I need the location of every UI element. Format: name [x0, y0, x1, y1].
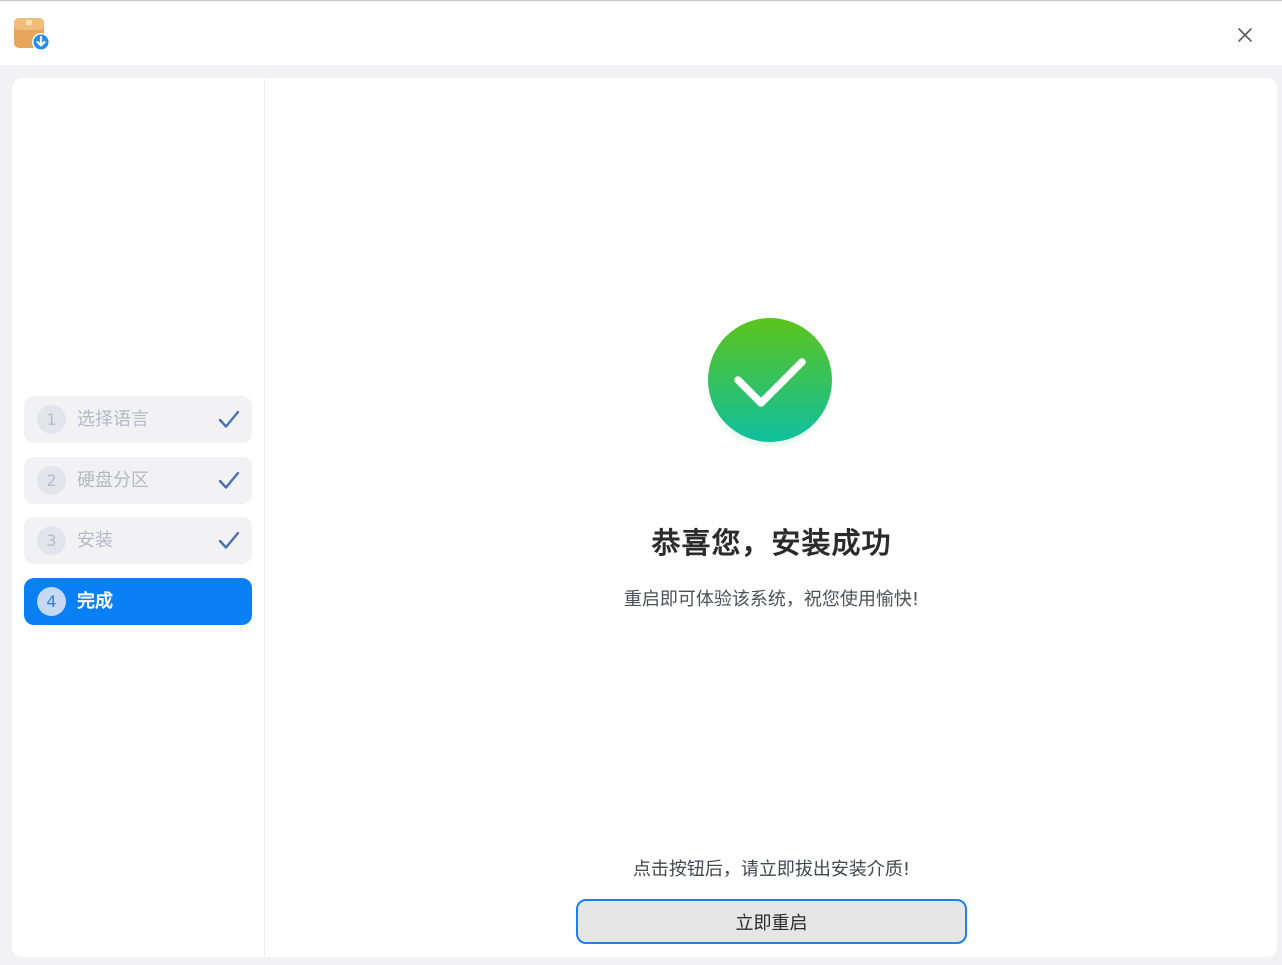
- step-number: 2: [37, 466, 66, 495]
- step-number: 4: [37, 587, 66, 616]
- main-area: 恭喜您，安装成功 重启即可体验该系统，祝您使用愉快! 点击按钮后，请立即拔出安装…: [266, 78, 1277, 957]
- installer-package-download-icon: [14, 18, 50, 51]
- step-select-language: 1 选择语言: [24, 396, 252, 443]
- step-install: 3 安装: [24, 517, 252, 564]
- step-label: 完成: [77, 591, 113, 612]
- installer-window: 1 选择语言 2 硬盘分区 3 安装 4 完成 恭喜您，安装成功 重启即可体验该…: [0, 0, 1282, 965]
- checkmark-icon: [218, 531, 240, 549]
- step-finish: 4 完成: [24, 578, 252, 625]
- step-label: 选择语言: [77, 409, 149, 430]
- checkmark-icon: [218, 410, 240, 428]
- reboot-now-button[interactable]: 立即重启: [576, 899, 967, 944]
- content-panel: 1 选择语言 2 硬盘分区 3 安装 4 完成 恭喜您，安装成功 重启即可体验该…: [12, 78, 1277, 957]
- step-number: 1: [37, 405, 66, 434]
- checkmark-icon: [218, 471, 240, 489]
- success-subtitle: 重启即可体验该系统，祝您使用愉快!: [623, 589, 920, 610]
- title-bar: [0, 2, 1282, 65]
- step-number: 3: [37, 526, 66, 555]
- remove-media-notice: 点击按钮后，请立即拔出安装介质!: [632, 859, 911, 880]
- close-icon: [1238, 28, 1252, 42]
- step-sidebar: 1 选择语言 2 硬盘分区 3 安装 4 完成: [12, 78, 265, 957]
- step-label: 硬盘分区: [77, 470, 149, 491]
- step-disk-partition: 2 硬盘分区: [24, 457, 252, 504]
- step-label: 安装: [77, 530, 113, 551]
- close-button[interactable]: [1228, 18, 1262, 52]
- success-title: 恭喜您，安装成功: [651, 526, 892, 560]
- success-check-icon: [706, 318, 834, 446]
